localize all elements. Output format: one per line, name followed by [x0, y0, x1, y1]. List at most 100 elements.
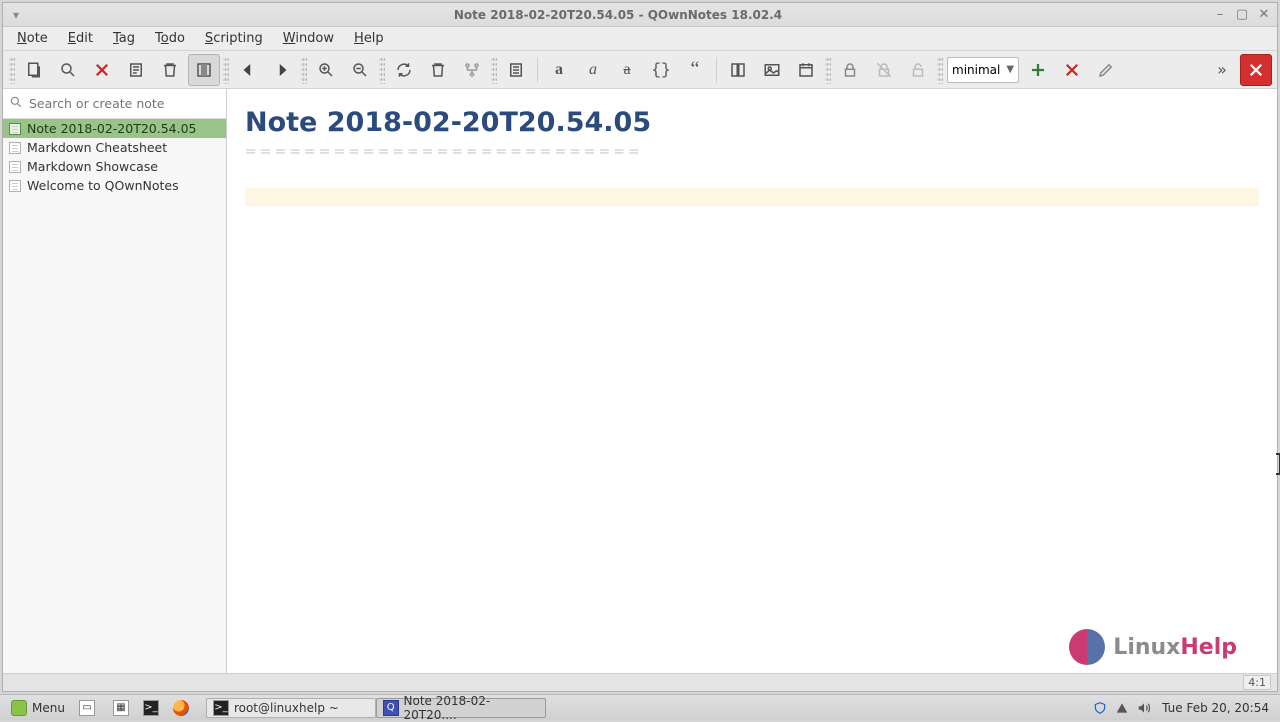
watermark-text: LinuxHelp — [1113, 635, 1237, 660]
search-row — [3, 89, 226, 119]
tray-shield-icon[interactable] — [1092, 700, 1108, 716]
menubar: Note Edit Tag Todo Scripting Window Help — [3, 27, 1277, 51]
sidebar: Note 2018-02-20T20.54.05 Markdown Cheats… — [3, 89, 227, 673]
terminal-icon: >_ — [143, 700, 159, 716]
menu-help[interactable]: Help — [346, 29, 392, 48]
heading-underline: =========================== — [245, 144, 1259, 160]
maximize-button[interactable]: ▢ — [1235, 7, 1249, 22]
italic-button[interactable]: a — [577, 54, 609, 86]
workspace-select[interactable]: minimal ▼ — [947, 57, 1019, 83]
note-list-item[interactable]: Note 2018-02-20T20.54.05 — [3, 119, 226, 138]
terminal-icon: >_ — [213, 700, 229, 716]
toolbar-overflow-button[interactable]: » — [1206, 54, 1238, 86]
delete-note-button[interactable] — [86, 54, 118, 86]
note-title: Markdown Showcase — [27, 159, 158, 174]
launcher-files[interactable]: ▦ — [106, 698, 136, 718]
note-title: Welcome to QOwnNotes — [27, 178, 179, 193]
note-list-item[interactable]: Welcome to QOwnNotes — [3, 176, 226, 195]
note-title: Markdown Cheatsheet — [27, 140, 167, 155]
launcher-terminal[interactable]: >_ — [136, 698, 166, 718]
distraction-free-button[interactable] — [188, 54, 220, 86]
toolbar-grip[interactable] — [491, 56, 497, 84]
window-title: Note 2018-02-20T20.54.05 - QOwnNotes 18.… — [23, 8, 1213, 22]
sync-button[interactable] — [388, 54, 420, 86]
search-input[interactable] — [29, 96, 220, 111]
decrypt-button[interactable] — [902, 54, 934, 86]
toolbar-grip[interactable] — [9, 56, 15, 84]
menu-note[interactable]: Note — [9, 29, 56, 48]
task-label: root@linuxhelp ~ — [234, 701, 339, 715]
search-icon — [9, 94, 25, 113]
taskbar-menu-button[interactable]: Menu — [4, 698, 72, 718]
toolbar-grip[interactable] — [825, 56, 831, 84]
zoom-out-button[interactable] — [344, 54, 376, 86]
versioning-button[interactable] — [456, 54, 488, 86]
show-desktop-button[interactable]: ▭ — [72, 698, 102, 718]
toolbar-grip[interactable] — [937, 56, 943, 84]
trash-button[interactable] — [154, 54, 186, 86]
strikethrough-button[interactable]: a — [611, 54, 643, 86]
insert-image-button[interactable] — [756, 54, 788, 86]
note-list-item[interactable]: Markdown Cheatsheet — [3, 138, 226, 157]
insert-date-button[interactable] — [790, 54, 822, 86]
encrypt-button[interactable] — [834, 54, 866, 86]
note-icon — [9, 161, 21, 173]
add-workspace-button[interactable] — [1022, 54, 1054, 86]
rename-workspace-button[interactable] — [1090, 54, 1122, 86]
new-note-button[interactable] — [18, 54, 50, 86]
search-button[interactable] — [52, 54, 84, 86]
toolbar-grip[interactable] — [301, 56, 307, 84]
close-button[interactable]: ✕ — [1257, 7, 1271, 22]
current-line-highlight — [245, 188, 1259, 206]
menu-tag[interactable]: Tag — [105, 29, 143, 48]
note-history-button[interactable] — [120, 54, 152, 86]
menu-edit[interactable]: Edit — [60, 29, 101, 48]
toolbar-grip[interactable] — [223, 56, 229, 84]
toolbar: a a a {} “ minimal ▼ » — [3, 51, 1277, 89]
taskbar: Menu ▭ ▦ >_ >_ root@linuxhelp ~ Q Note 2… — [0, 694, 1280, 720]
back-button[interactable] — [232, 54, 264, 86]
decrypt-edit-button[interactable] — [868, 54, 900, 86]
trash-remote-button[interactable] — [422, 54, 454, 86]
quit-button[interactable] — [1240, 54, 1272, 86]
desktop-icon: ▭ — [79, 700, 95, 716]
launcher-firefox[interactable] — [166, 698, 196, 718]
app-window: ▾ Note 2018-02-20T20.54.05 - QOwnNotes 1… — [2, 2, 1278, 692]
taskbar-task-qownnotes[interactable]: Q Note 2018-02-20T20.... — [376, 698, 546, 718]
toolbar-grip[interactable] — [379, 56, 385, 84]
statusbar: 4:1 — [3, 673, 1277, 691]
files-icon: ▦ — [113, 700, 129, 716]
remove-workspace-button[interactable] — [1056, 54, 1088, 86]
code-block-button[interactable]: {} — [645, 54, 677, 86]
toolbar-separator — [716, 57, 717, 83]
task-label: Note 2018-02-20T20.... — [404, 694, 539, 722]
tray-volume-icon[interactable] — [1136, 700, 1152, 716]
forward-button[interactable] — [266, 54, 298, 86]
tray-network-icon[interactable] — [1114, 700, 1130, 716]
menu-window[interactable]: Window — [275, 29, 342, 48]
main-body: Note 2018-02-20T20.54.05 Markdown Cheats… — [3, 89, 1277, 673]
toggle-edit-button[interactable] — [500, 54, 532, 86]
menu-scripting[interactable]: Scripting — [197, 29, 271, 48]
editor-area[interactable]: Note 2018-02-20T20.54.05 ===============… — [227, 89, 1277, 673]
mint-logo-icon — [11, 700, 27, 716]
note-heading: Note 2018-02-20T20.54.05 — [245, 107, 1259, 138]
note-icon — [9, 180, 21, 192]
watermark: LinuxHelp — [1069, 629, 1237, 665]
taskbar-clock[interactable]: Tue Feb 20, 20:54 — [1155, 698, 1276, 718]
taskbar-task-terminal[interactable]: >_ root@linuxhelp ~ — [206, 698, 376, 718]
qownnotes-icon: Q — [383, 700, 399, 716]
note-icon — [9, 142, 21, 154]
blockquote-button[interactable]: “ — [679, 54, 711, 86]
note-list[interactable]: Note 2018-02-20T20.54.05 Markdown Cheats… — [3, 119, 226, 673]
note-title: Note 2018-02-20T20.54.05 — [27, 121, 197, 136]
note-list-item[interactable]: Markdown Showcase — [3, 157, 226, 176]
minimize-button[interactable]: – — [1213, 7, 1227, 22]
status-linecol: 4:1 — [1243, 675, 1271, 690]
bold-button[interactable]: a — [543, 54, 575, 86]
zoom-in-button[interactable] — [310, 54, 342, 86]
app-menu-icon[interactable]: ▾ — [9, 10, 23, 20]
watermark-logo-icon — [1069, 629, 1105, 665]
insert-link-button[interactable] — [722, 54, 754, 86]
menu-todo[interactable]: Todo — [147, 29, 193, 48]
